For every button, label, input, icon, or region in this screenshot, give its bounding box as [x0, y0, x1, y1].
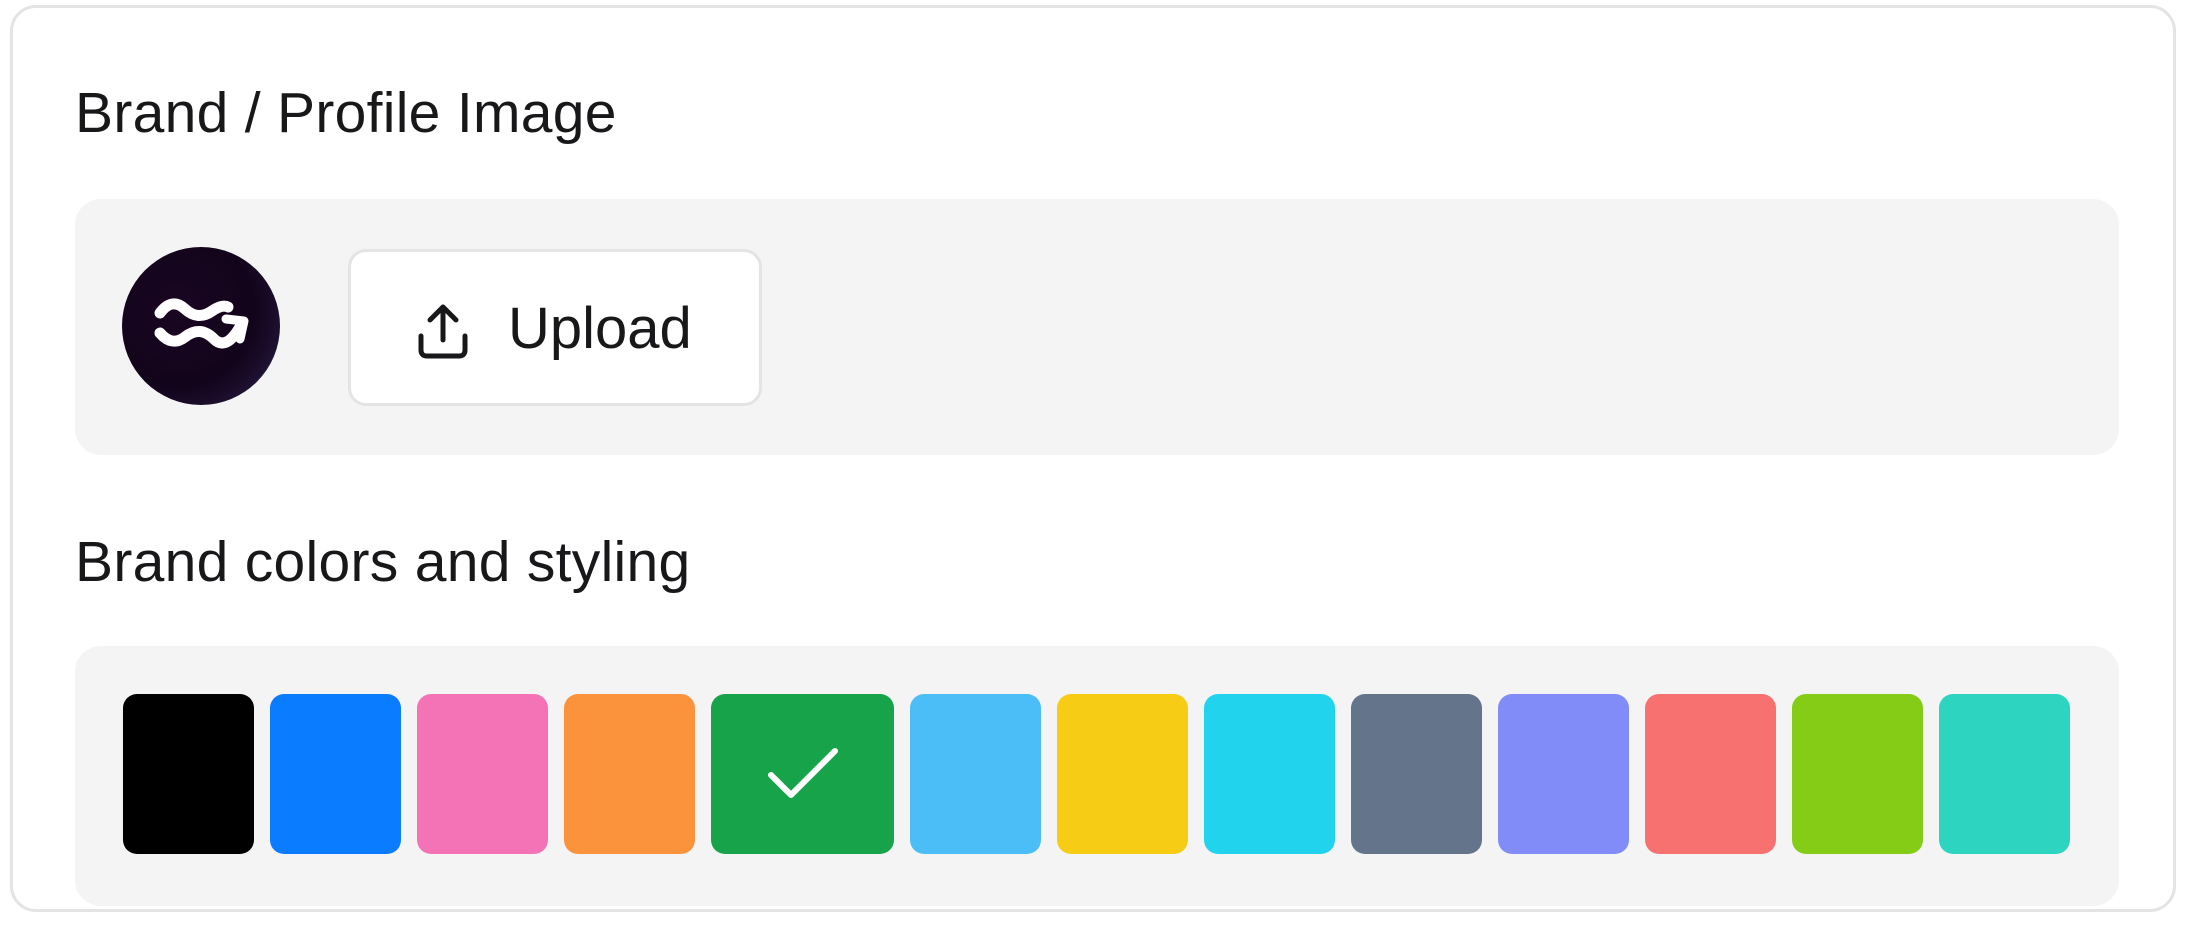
color-swatch-3[interactable] [564, 694, 695, 854]
color-swatch-2[interactable] [417, 694, 548, 854]
color-swatch-10[interactable] [1645, 694, 1776, 854]
checkmark-icon [767, 748, 838, 798]
color-swatch-0[interactable] [123, 694, 254, 854]
brand-settings-card: Brand / Profile Image Upload Brand color… [10, 5, 2176, 912]
color-swatch-6[interactable] [1057, 694, 1188, 854]
color-swatch-1[interactable] [270, 694, 401, 854]
color-swatch-9[interactable] [1498, 694, 1629, 854]
color-swatch-4-selected[interactable] [711, 694, 894, 854]
color-swatch-12[interactable] [1939, 694, 2070, 854]
color-swatch-7[interactable] [1204, 694, 1335, 854]
avatar [122, 247, 280, 405]
profile-image-heading: Brand / Profile Image [75, 81, 617, 145]
profile-image-panel: Upload [75, 199, 2119, 455]
color-swatch-11[interactable] [1792, 694, 1923, 854]
color-swatch-panel [75, 646, 2119, 906]
color-swatch-8[interactable] [1351, 694, 1482, 854]
color-swatch-5[interactable] [910, 694, 1041, 854]
brand-colors-heading: Brand colors and styling [75, 530, 691, 594]
wave-arrow-logo-icon [154, 298, 249, 349]
upload-icon [418, 304, 468, 359]
upload-button[interactable]: Upload [348, 249, 762, 406]
upload-label: Upload [508, 296, 692, 361]
